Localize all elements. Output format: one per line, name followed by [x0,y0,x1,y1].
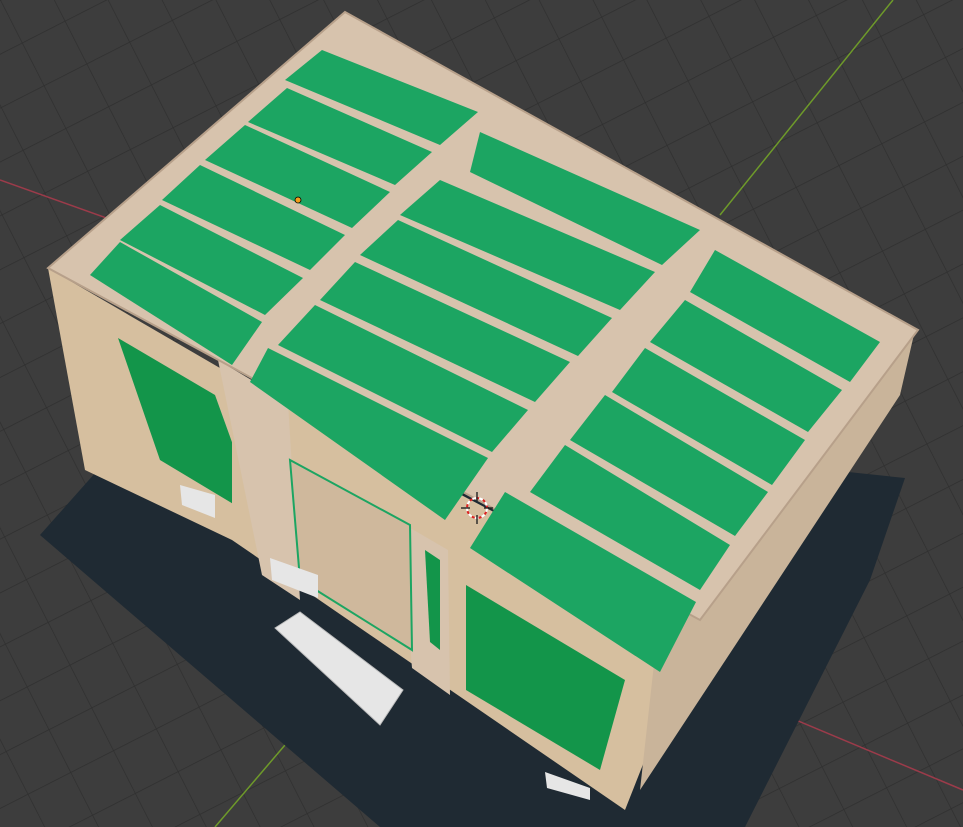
3d-viewport[interactable] [0,0,963,827]
viewport-canvas[interactable] [0,0,963,827]
origin-dot-icon[interactable] [294,196,302,204]
